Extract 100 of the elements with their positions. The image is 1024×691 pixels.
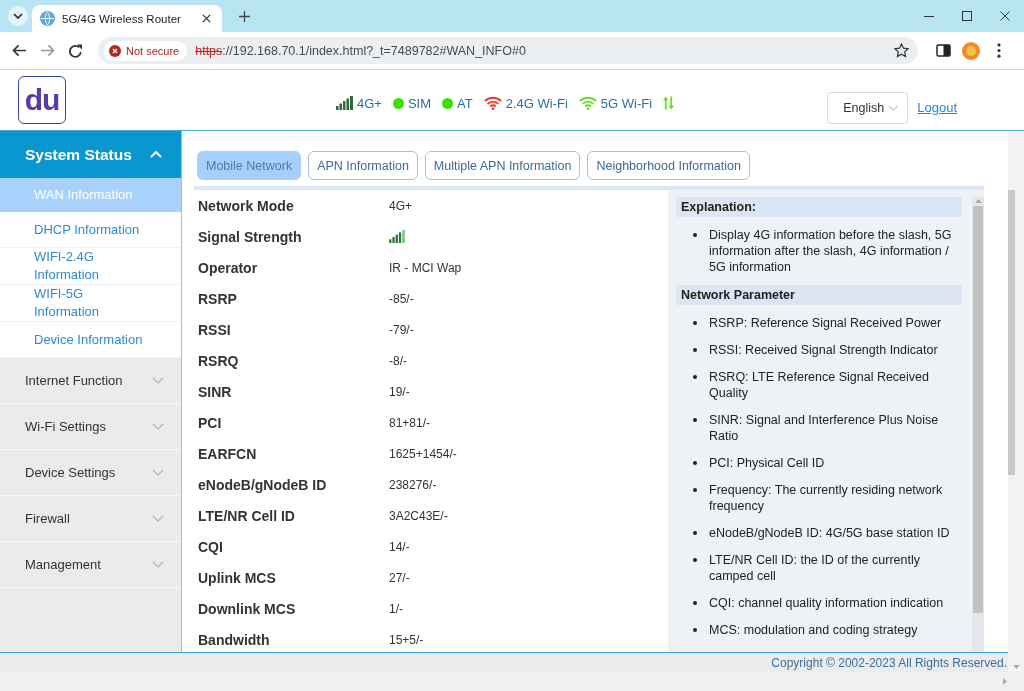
field-label: EARFCN (198, 445, 257, 462)
arrow-right-icon (1003, 678, 1007, 685)
bullet-icon (693, 558, 697, 562)
arrow-down-icon (1013, 665, 1020, 669)
sidebar-item[interactable]: DHCP Information (0, 212, 181, 248)
field-value: 4G+ (389, 198, 412, 213)
status-label: SIM (407, 95, 431, 111)
address-bar[interactable]: Not secure https://192.168.70.1/index.html?_t=7489782#WAN_INFO#0 (98, 37, 918, 64)
field-label: SINR (198, 383, 232, 400)
chevron-down-icon (152, 515, 164, 522)
field-value: 81+81/- (389, 415, 431, 430)
list-item-text: RSRQ: LTE Reference Signal Received Quality (709, 369, 930, 401)
status-label: 5G Wi-Fi (600, 95, 653, 111)
field-value: 3A2C43E/- (389, 508, 448, 523)
side-panel-icon (935, 44, 951, 57)
list-item-text: MCS: modulation and coding strategy (709, 622, 919, 638)
bullet-icon (693, 601, 697, 605)
minimize-icon (924, 15, 934, 17)
list-item-text: RSRP: Reference Signal Received Power (709, 315, 943, 331)
field-label: Bandwidth (198, 631, 270, 648)
field-value: -85/- (389, 291, 414, 306)
sidebar-item[interactable]: WIFI-2.4G Information (0, 248, 181, 285)
menu-icon (997, 43, 1001, 58)
tab[interactable]: APN Information (308, 151, 418, 180)
arrow-up-icon (974, 199, 982, 203)
field-label: RSRP (198, 290, 237, 307)
chevron-down-icon (152, 469, 164, 476)
sidebar-group[interactable]: Wi-Fi Settings (0, 404, 181, 450)
section-heading: Explanation: (676, 197, 962, 217)
section-heading: Network Parameter (676, 285, 962, 305)
field-value: 1/- (389, 601, 403, 616)
list-item-text: Display 4G information before the slash, 5G information after the slash, 4G information / 5G information (709, 227, 953, 275)
browser-tab[interactable]: 5G/4G Wireless Router (32, 5, 222, 32)
list-item-text: CQI: channel quality information indication (709, 595, 945, 611)
bullet-icon (693, 488, 697, 492)
sidebar-group[interactable]: Management (0, 542, 181, 588)
logo: du (18, 76, 66, 124)
field-value: 1625+1454/- (389, 446, 457, 461)
close-icon (201, 14, 211, 23)
x-circle-icon (109, 44, 121, 57)
field-label: LTE/NR Cell ID (198, 507, 295, 524)
chevron-down-icon (152, 423, 164, 430)
sidebar-group[interactable]: Internet Function (0, 358, 181, 404)
scrollbar[interactable] (972, 197, 984, 652)
chevron-down-icon (152, 561, 164, 568)
url-text: https://192.168.70.1/index.html?_t=7489782#WAN_INFO#0 (195, 43, 526, 58)
arrow-right-icon (39, 44, 55, 57)
scrollbar[interactable] (0, 672, 1024, 691)
reload-icon (67, 43, 83, 58)
list-item-text: eNodeB/gNodeB ID: 4G/5G base station ID (709, 525, 951, 541)
chevron-down-icon (888, 104, 900, 111)
bullet-icon (693, 375, 697, 379)
field-value: 15+5/- (389, 632, 424, 647)
bullet-icon (693, 233, 697, 237)
field-label: RSSI (198, 321, 231, 338)
field-label: CQI (198, 538, 223, 555)
star-icon (893, 43, 909, 58)
bullet-icon (693, 321, 697, 325)
security-chip[interactable]: Not secure (104, 40, 188, 61)
field-label: RSRQ (198, 352, 239, 369)
scrollbar-thumb[interactable] (973, 206, 983, 613)
field-value: -79/- (389, 322, 414, 337)
chevron-down-icon (152, 377, 164, 384)
close-icon (1000, 11, 1010, 21)
avatar-icon (962, 41, 980, 60)
field-value: IR - MCI Wap (389, 260, 462, 275)
field-label: Uplink MCS (198, 569, 276, 586)
status-label: AT (457, 95, 473, 111)
field-label: Network Mode (198, 197, 294, 214)
tab[interactable]: Multiple APN Information (424, 151, 581, 180)
list-item-text: SINR: Signal and Interference Plus Noise Ratio (709, 412, 940, 444)
arrow-left-icon (11, 44, 27, 57)
tab[interactable]: Neighborhood Information (587, 151, 750, 180)
copyright-text: Copyright © 2002-2023 All Rights Reserved. (771, 655, 1007, 670)
sidebar-item[interactable]: WIFI-5G Information (0, 285, 181, 322)
language-select[interactable]: English (827, 91, 909, 124)
list-item-text: Frequency: The currently residing network frequency (709, 482, 944, 514)
maximize-icon (962, 11, 972, 21)
sidebar-group[interactable]: Firewall (0, 496, 181, 542)
field-value: 27/- (389, 570, 410, 585)
field-label: PCI (198, 414, 222, 431)
scrollbar-thumb[interactable] (1008, 190, 1015, 475)
list-item-text: RSSI: Received Signal Strength Indicator (709, 342, 939, 358)
globe-icon (40, 11, 55, 26)
scrollbar[interactable] (1008, 131, 1024, 672)
field-label: Signal Strength (198, 228, 302, 245)
tab-list-button[interactable] (8, 6, 28, 26)
field-label: Operator (198, 259, 258, 276)
bullet-icon (693, 348, 697, 352)
logout-link[interactable]: Logout (917, 100, 957, 115)
list-item-text: PCI: Physical Cell ID (709, 455, 826, 471)
sidebar-group[interactable]: Device Settings (0, 450, 181, 496)
field-value: 19/- (389, 384, 410, 399)
sidebar-group[interactable]: System Status (0, 131, 181, 178)
field-value: -8/- (389, 353, 407, 368)
bullet-icon (693, 461, 697, 465)
list-item-text: LTE/NR Cell ID: the ID of the currently camped cell (709, 552, 921, 584)
bullet-icon (693, 628, 697, 632)
bullet-icon (693, 531, 697, 535)
sidebar-item[interactable]: Device Information (0, 322, 181, 358)
